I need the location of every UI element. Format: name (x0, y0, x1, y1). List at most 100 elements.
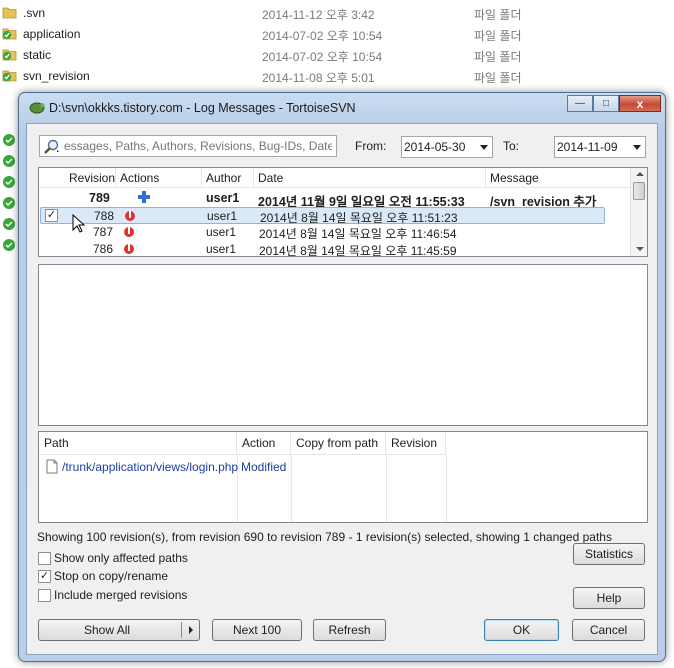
modified-action-icon (125, 211, 135, 221)
revision-author: user1 (207, 209, 238, 223)
maximize-button[interactable]: □ (593, 95, 619, 112)
explorer-row[interactable]: svn_revision 2014-11-08 오후 5:01 파일 폴더 (0, 66, 674, 86)
statistics-button[interactable]: Statistics (573, 543, 645, 565)
checkbox-box[interactable] (38, 589, 51, 602)
explorer-row[interactable]: static 2014-07-02 오후 10:54 파일 폴더 (0, 45, 674, 65)
to-date-picker[interactable]: 2014-11-09 (554, 136, 646, 158)
explorer-item-type: 파일 폴더 (474, 29, 522, 43)
explorer-item-type: 파일 폴더 (474, 8, 522, 22)
svn-folder-icon (3, 155, 15, 167)
svn-folder-icon (3, 176, 15, 188)
scroll-up-arrow-icon[interactable] (636, 172, 644, 176)
minimize-button[interactable]: — (567, 95, 593, 112)
svn-folder-icon (3, 134, 15, 146)
include-merged-label: Include merged revisions (54, 588, 188, 602)
revision-checkbox[interactable]: ✓ (45, 209, 58, 222)
checkbox-box-checked[interactable]: ✓ (38, 570, 51, 583)
svn-folder-icon (2, 28, 17, 40)
modified-action-icon (124, 227, 134, 237)
col-path-revision[interactable]: Revision (386, 432, 446, 455)
from-date-picker[interactable]: 2014-05-30 (401, 136, 493, 158)
col-copy-from-path[interactable]: Copy from path (291, 432, 386, 455)
to-date-value: 2014-11-09 (557, 140, 618, 154)
explorer-item-name: static (23, 48, 52, 62)
svn-folder-icon (2, 49, 17, 61)
file-icon (46, 459, 58, 474)
explorer-item-type: 파일 폴더 (474, 71, 522, 85)
explorer-item-date: 2014-11-12 오후 3:42 (262, 8, 375, 22)
explorer-item-name: .svn (23, 6, 46, 20)
help-button[interactable]: Help (573, 587, 645, 609)
status-text: Showing 100 revision(s), from revision 6… (37, 530, 612, 544)
changed-path-row[interactable]: /trunk/application/views/login.php Modif… (39, 459, 639, 477)
revision-number: 789 (89, 191, 110, 205)
col-message[interactable]: Message (486, 168, 632, 188)
revision-date: 2014년 8월 14일 목요일 오후 11:45:59 (259, 244, 457, 257)
dialog-client-area: From: 2014-05-30 To: 2014-11-09 Revision… (26, 123, 658, 655)
svn-folder-icon (2, 70, 17, 82)
revision-number: 788 (94, 209, 115, 223)
revision-author: user1 (206, 242, 237, 256)
filter-search-box[interactable] (39, 135, 337, 157)
chevron-down-icon[interactable] (480, 145, 488, 150)
revision-number: 787 (93, 225, 114, 239)
revision-row[interactable]: 787 user1 2014년 8월 14일 목요일 오후 11:46:54 (39, 224, 632, 241)
show-all-button[interactable]: Show All (38, 619, 200, 641)
checkbox-box[interactable] (38, 552, 51, 565)
revision-row[interactable]: 786 user1 2014년 8월 14일 목요일 오후 11:45:59 (39, 241, 632, 257)
explorer-row[interactable]: application 2014-07-02 오후 10:54 파일 폴더 (0, 24, 674, 44)
revision-list-header: Revision Actions Author Date Message (39, 168, 632, 188)
tortoisesvn-icon (29, 102, 45, 114)
explorer-item-type: 파일 폴더 (474, 50, 522, 64)
revision-row[interactable]: 789 user1 2014년 11월 9일 일요일 오전 11:55:33 /… (39, 190, 632, 209)
changed-path: /trunk/application/views/login.php (62, 460, 239, 474)
next-100-button[interactable]: Next 100 (212, 619, 302, 641)
scroll-down-arrow-icon[interactable] (636, 247, 644, 251)
chevron-down-icon[interactable] (633, 145, 641, 150)
chevron-right-icon[interactable] (189, 626, 193, 634)
cancel-button[interactable]: Cancel (572, 619, 645, 641)
log-message-pane[interactable] (38, 264, 648, 426)
revision-date: 2014년 8월 14일 목요일 오후 11:46:54 (259, 227, 457, 241)
explorer-row[interactable]: .svn 2014-11-12 오후 3:42 파일 폴더 (0, 3, 674, 23)
filter-input[interactable] (64, 138, 332, 154)
revision-list-scrollbar[interactable] (630, 168, 647, 256)
close-button[interactable]: x (619, 95, 661, 112)
refresh-button[interactable]: Refresh (313, 619, 386, 641)
col-date[interactable]: Date (254, 168, 486, 188)
explorer-item-date: 2014-11-08 오후 5:01 (262, 71, 375, 85)
explorer-item-name: svn_revision (23, 69, 90, 83)
revision-number: 786 (93, 242, 114, 256)
ok-button[interactable]: OK (484, 619, 559, 641)
svn-folder-icon (3, 239, 15, 251)
revision-row-selected[interactable]: ✓ 788 user1 2014년 8월 14일 목요일 오후 11:51:23 (40, 207, 605, 225)
from-date-value: 2014-05-30 (404, 140, 466, 154)
svn-folder-icon (3, 197, 15, 209)
explorer-item-name: application (23, 27, 81, 41)
modified-action-icon (124, 244, 134, 254)
log-messages-dialog: D:\svn\okkks.tistory.com - Log Messages … (18, 92, 666, 662)
folder-icon (2, 7, 17, 19)
col-revision[interactable]: Revision (63, 168, 116, 188)
stop-on-copy-label: Stop on copy/rename (54, 569, 169, 583)
from-label: From: (355, 139, 387, 153)
button-splitter (181, 622, 182, 638)
changed-path-action: Modified (241, 460, 287, 474)
added-action-icon (138, 191, 150, 203)
svn-folder-icon (3, 218, 15, 230)
search-icon[interactable] (43, 139, 61, 155)
scroll-thumb[interactable] (633, 182, 645, 200)
revision-list[interactable]: Revision Actions Author Date Message 789… (38, 167, 648, 257)
col-actions[interactable]: Actions (116, 168, 202, 188)
col-author[interactable]: Author (202, 168, 254, 188)
changed-paths-list[interactable]: Path Action Copy from path Revision /tru… (38, 431, 648, 523)
mouse-cursor-icon (72, 214, 86, 233)
to-label: To: (503, 139, 520, 153)
explorer-item-date: 2014-07-02 오후 10:54 (262, 29, 383, 43)
show-affected-label: Show only affected paths (54, 551, 188, 565)
window-title: D:\svn\okkks.tistory.com - Log Messages … (49, 101, 356, 115)
revision-author: user1 (206, 225, 237, 239)
explorer-item-date: 2014-07-02 오후 10:54 (262, 50, 383, 64)
col-action[interactable]: Action (237, 432, 291, 455)
col-path[interactable]: Path (39, 432, 237, 455)
